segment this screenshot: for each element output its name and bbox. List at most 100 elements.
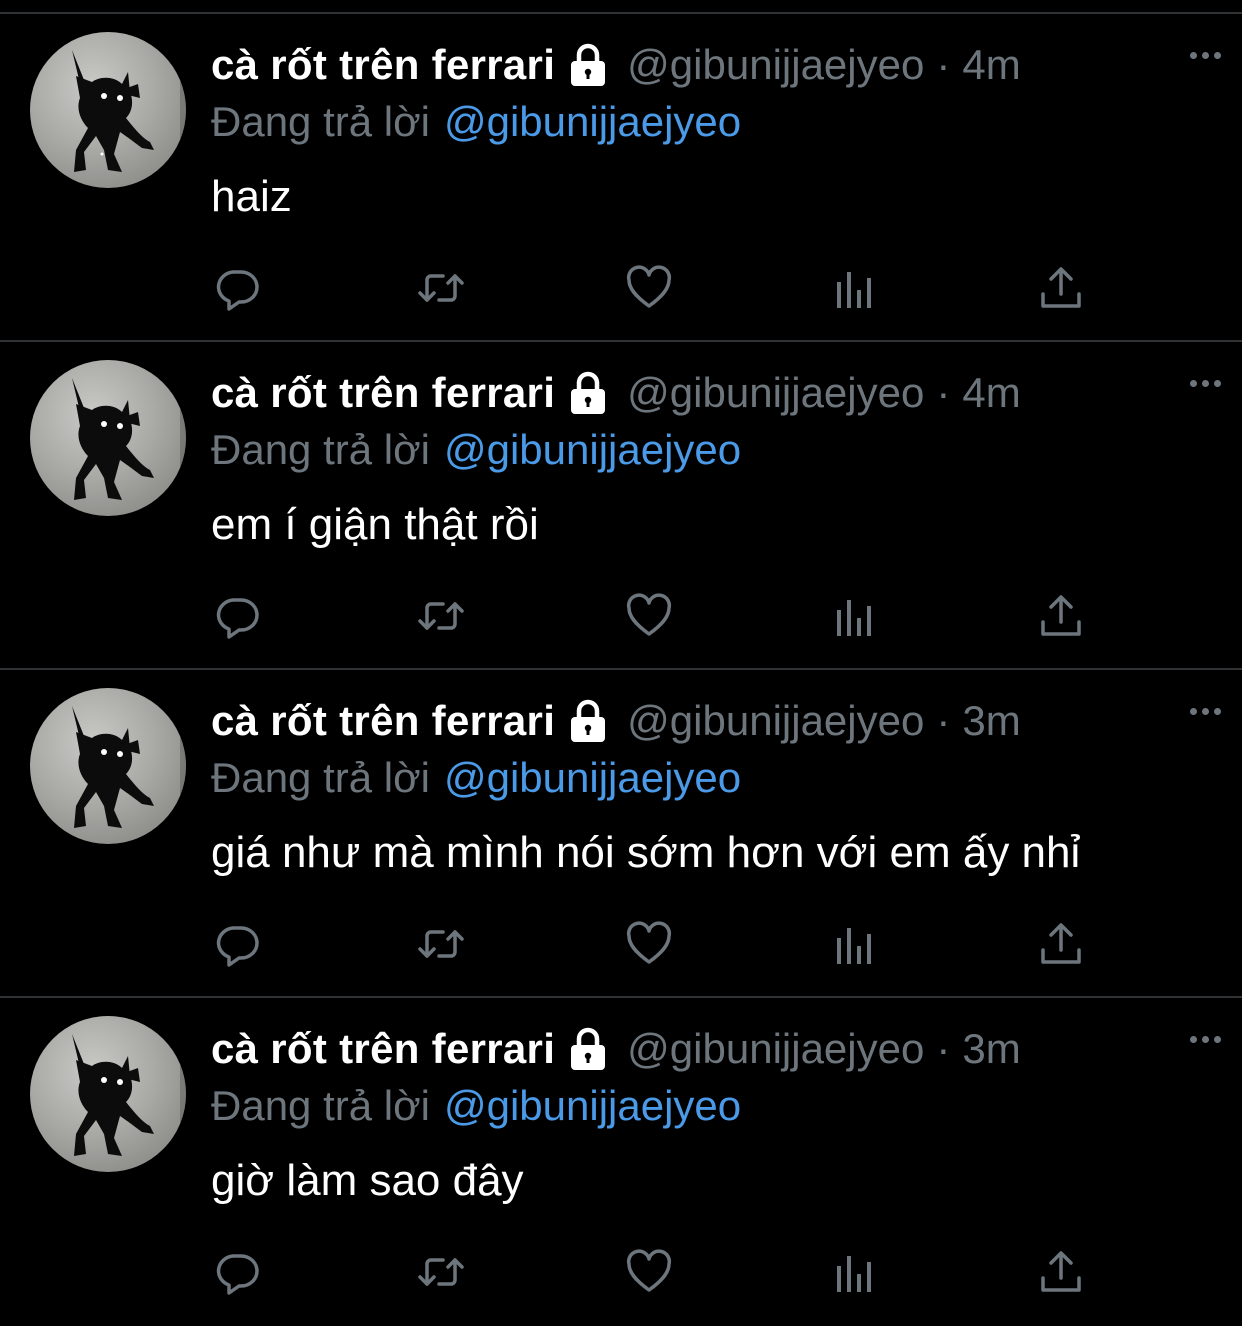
reply-context: Đang trả lời @gibunijjaejyeo	[211, 426, 741, 474]
share-button[interactable]	[1035, 592, 1087, 640]
retweet-icon	[418, 1258, 464, 1286]
reply-button[interactable]	[211, 592, 263, 640]
more-icon[interactable]	[1190, 708, 1221, 715]
retweet-icon	[418, 274, 464, 302]
separator-dot: ·	[936, 369, 951, 416]
share-button[interactable]	[1035, 1248, 1087, 1296]
heart-icon	[626, 921, 672, 964]
like-button[interactable]	[623, 592, 675, 640]
more-icon[interactable]	[1190, 1036, 1221, 1043]
tweet-header: cà rốt trên ferrari @gibunijjaejyeo · 4m	[211, 40, 1221, 90]
black-cat-avatar-image	[72, 50, 186, 172]
lock-icon	[565, 42, 611, 88]
tweet-header: cà rốt trên ferrari @gibunijjaejyeo · 3m	[211, 696, 1221, 746]
analytics-icon	[837, 928, 871, 964]
reply-mention-link[interactable]: @gibunijjaejyeo	[444, 754, 741, 801]
timestamp[interactable]: 3m	[962, 1025, 1020, 1073]
reply-label: Đang trả lời	[211, 754, 430, 801]
like-button[interactable]	[623, 1248, 675, 1296]
reply-mention-link[interactable]: @gibunijjaejyeo	[444, 1082, 741, 1129]
retweet-icon	[418, 930, 464, 958]
analytics-button[interactable]	[829, 264, 881, 312]
avatar[interactable]	[30, 688, 186, 844]
retweet-button[interactable]	[415, 264, 467, 312]
more-icon[interactable]	[1190, 52, 1221, 59]
retweet-button[interactable]	[415, 1248, 467, 1296]
black-cat-avatar-image	[72, 1034, 186, 1156]
heart-icon	[626, 593, 672, 636]
analytics-button[interactable]	[829, 920, 881, 968]
reply-button[interactable]	[211, 1248, 263, 1296]
tweet[interactable]: cà rốt trên ferrari @gibunijjaejyeo · 3m…	[0, 998, 1242, 1326]
reply-label: Đang trả lời	[211, 426, 430, 473]
share-icon	[1041, 923, 1081, 964]
tweet-actions	[211, 264, 1091, 312]
handle[interactable]: @gibunijjaejyeo	[627, 1025, 924, 1073]
retweet-icon	[418, 602, 464, 630]
retweet-button[interactable]	[415, 592, 467, 640]
display-name[interactable]: cà rốt trên ferrari	[211, 369, 555, 417]
analytics-button[interactable]	[829, 592, 881, 640]
tweet[interactable]: cà rốt trên ferrari @gibunijjaejyeo · 4m…	[0, 14, 1242, 342]
heart-icon	[626, 1249, 672, 1292]
tweet-text: giá như mà mình nói sớm hơn với em ấy nh…	[211, 828, 1081, 877]
lock-icon	[565, 1026, 611, 1072]
lock-icon	[565, 370, 611, 416]
lock-icon	[565, 698, 611, 744]
avatar[interactable]	[30, 1016, 186, 1172]
more-icon[interactable]	[1190, 380, 1221, 387]
reply-mention-link[interactable]: @gibunijjaejyeo	[444, 426, 741, 473]
separator-dot: ·	[936, 41, 951, 88]
timestamp[interactable]: 4m	[962, 41, 1020, 89]
share-button[interactable]	[1035, 920, 1087, 968]
reply-icon	[216, 270, 259, 311]
tweet-feed: cà rốt trên ferrari @gibunijjaejyeo · 4m…	[0, 14, 1242, 1326]
reply-icon	[216, 1254, 259, 1295]
tweet-actions	[211, 592, 1091, 640]
share-button[interactable]	[1035, 264, 1087, 312]
reply-button[interactable]	[211, 920, 263, 968]
heart-icon	[626, 265, 672, 308]
separator-dot: ·	[936, 697, 951, 744]
display-name[interactable]: cà rốt trên ferrari	[211, 697, 555, 745]
tweet[interactable]: cà rốt trên ferrari @gibunijjaejyeo · 4m…	[0, 342, 1242, 670]
analytics-icon	[837, 600, 871, 636]
handle[interactable]: @gibunijjaejyeo	[627, 41, 924, 89]
black-cat-avatar-image	[72, 706, 186, 828]
handle[interactable]: @gibunijjaejyeo	[627, 697, 924, 745]
tweet[interactable]: cà rốt trên ferrari @gibunijjaejyeo · 3m…	[0, 670, 1242, 998]
reply-mention-link[interactable]: @gibunijjaejyeo	[444, 98, 741, 145]
analytics-icon	[837, 272, 871, 308]
reply-label: Đang trả lời	[211, 98, 430, 145]
separator-dot: ·	[936, 1025, 951, 1072]
reply-button[interactable]	[211, 264, 263, 312]
tweet-text: em í giận thật rồi	[211, 500, 539, 549]
reply-icon	[216, 598, 259, 639]
analytics-icon	[837, 1256, 871, 1292]
timestamp[interactable]: 3m	[962, 697, 1020, 745]
tweet-actions	[211, 920, 1091, 968]
tweet-text: giờ làm sao đây	[211, 1156, 524, 1205]
avatar[interactable]	[30, 360, 186, 516]
tweet-actions	[211, 1248, 1091, 1296]
handle[interactable]: @gibunijjaejyeo	[627, 369, 924, 417]
like-button[interactable]	[623, 920, 675, 968]
timestamp[interactable]: 4m	[962, 369, 1020, 417]
share-icon	[1041, 595, 1081, 636]
share-icon	[1041, 1251, 1081, 1292]
reply-icon	[216, 926, 259, 967]
like-button[interactable]	[623, 264, 675, 312]
analytics-button[interactable]	[829, 1248, 881, 1296]
reply-context: Đang trả lời @gibunijjaejyeo	[211, 754, 741, 802]
reply-context: Đang trả lời @gibunijjaejyeo	[211, 98, 741, 146]
reply-context: Đang trả lời @gibunijjaejyeo	[211, 1082, 741, 1130]
retweet-button[interactable]	[415, 920, 467, 968]
display-name[interactable]: cà rốt trên ferrari	[211, 1025, 555, 1073]
display-name[interactable]: cà rốt trên ferrari	[211, 41, 555, 89]
tweet-header: cà rốt trên ferrari @gibunijjaejyeo · 4m	[211, 368, 1221, 418]
black-cat-avatar-image	[72, 378, 186, 500]
reply-label: Đang trả lời	[211, 1082, 430, 1129]
tweet-text: haiz	[211, 172, 292, 221]
share-icon	[1041, 267, 1081, 308]
avatar[interactable]	[30, 32, 186, 188]
